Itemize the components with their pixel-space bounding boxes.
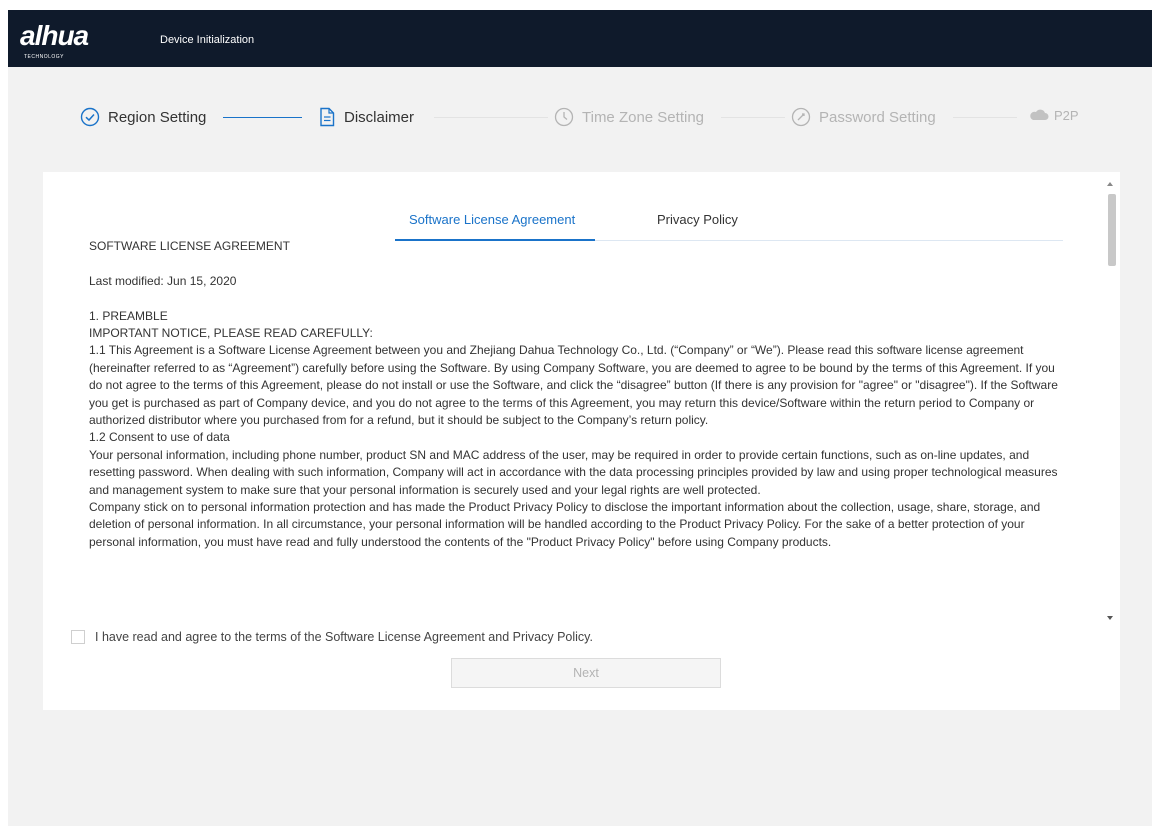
lock-icon (791, 107, 811, 127)
agreement-text[interactable]: SOFTWARE LICENSE AGREEMENT Last modified… (89, 238, 1059, 618)
step-label: Time Zone Setting (582, 108, 704, 126)
section-title: 1. PREAMBLE (89, 308, 168, 323)
logo-subtext: TECHNOLOGY (24, 54, 65, 60)
step-region-setting: Region Setting (80, 107, 206, 127)
dahua-logo: alhua (20, 20, 89, 51)
tab-software-license-agreement[interactable]: Software License Agreement (409, 212, 575, 227)
subsection-title: 1.2 Consent to use of data (89, 430, 230, 445)
step-label: Region Setting (108, 108, 207, 126)
check-circle-icon (80, 107, 100, 127)
top-bar: alhua TECHNOLOGY Device Initialization (8, 10, 1152, 67)
step-connector (721, 117, 785, 118)
step-connector (434, 117, 548, 118)
clock-icon (554, 107, 574, 127)
agree-row[interactable]: I have read and agree to the terms of th… (71, 630, 593, 644)
scrollbar[interactable] (1105, 182, 1118, 620)
step-connector (223, 117, 302, 118)
last-modified: Last modified: Jun 15, 2020 (89, 273, 237, 288)
next-button[interactable]: Next (451, 658, 721, 688)
scroll-up-arrow-icon[interactable] (1107, 182, 1113, 186)
step-connector (953, 117, 1017, 118)
agreement-panel: Software License Agreement Privacy Polic… (43, 172, 1120, 710)
step-time-zone-setting: Time Zone Setting (554, 107, 704, 127)
scroll-down-arrow-icon[interactable] (1107, 616, 1113, 620)
app-frame: alhua TECHNOLOGY Device Initialization R… (8, 10, 1152, 826)
paragraph: Your personal information, including pho… (89, 447, 1058, 497)
document-icon (320, 107, 335, 127)
wizard-steps: Region Setting Disclaimer Time Zone Sett… (8, 67, 1152, 167)
scroll-thumb[interactable] (1108, 194, 1116, 266)
tab-privacy-policy[interactable]: Privacy Policy (657, 212, 738, 227)
agree-checkbox[interactable] (71, 630, 85, 644)
agree-label[interactable]: I have read and agree to the terms of th… (95, 630, 593, 644)
step-label: Disclaimer (344, 108, 415, 126)
paragraph: Company stick on to personal information… (89, 500, 1041, 549)
agreement-tabs: Software License Agreement Privacy Polic… (395, 200, 1063, 241)
cloud-icon (1030, 109, 1049, 120)
paragraph: 1.1 This Agreement is a Software License… (89, 343, 1058, 428)
step-label: P2P (1054, 107, 1079, 123)
important-notice: IMPORTANT NOTICE, PLEASE READ CAREFULLY: (89, 326, 373, 340)
step-disclaimer: Disclaimer (318, 107, 414, 127)
app-title: Device Initialization (160, 34, 255, 46)
step-password-setting: Password Setting (791, 107, 936, 127)
agreement-heading: SOFTWARE LICENSE AGREEMENT (89, 239, 290, 253)
step-p2p: P2P (1028, 107, 1079, 123)
step-label: Password Setting (819, 108, 936, 126)
